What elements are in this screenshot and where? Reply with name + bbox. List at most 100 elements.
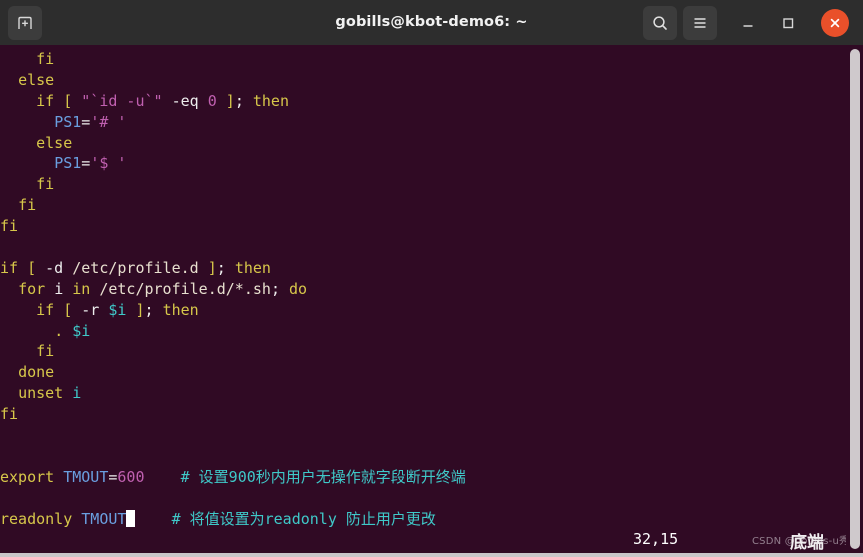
terminal-token: fi [0,405,19,424]
terminal-token: "`id -u`" [81,91,163,110]
terminal-token: fi [18,196,37,215]
close-button[interactable] [821,8,849,37]
terminal-token: '# ' [90,112,127,131]
terminal-token: fi [36,50,55,68]
terminal-token: 0 [207,91,217,110]
terminal-text-area[interactable]: fi else if [ "`id -u`" -eq 0 ]; then PS1… [0,45,863,553]
scrollbar-thumb[interactable] [850,49,860,549]
terminal-line: for i in /etc/profile.d/*.sh; do [0,279,863,300]
terminal-token: PS1 [54,154,82,173]
terminal-line: fi [0,195,863,216]
terminal-token: then [252,91,289,110]
terminal-token: $i [72,321,91,340]
terminal-token: -d [45,258,64,277]
terminal-line: fi [0,404,863,425]
terminal-line: export TMOUT=600 # 设置900秒内用户无操作就字段断开终端 [0,467,863,488]
terminal-token: . [54,321,64,340]
close-icon [827,15,843,31]
terminal-token: ] [135,300,145,319]
terminal-token: ; [144,300,154,319]
terminal-token: $i [108,300,127,319]
terminal-token: TMOUT [81,509,127,528]
terminal-token: then [234,258,271,277]
terminal-token: /etc/profile.d [72,258,199,277]
terminal-line: PS1='# ' [0,112,863,133]
terminal-token: fi [36,342,55,361]
terminal-line: else [0,70,863,91]
maximize-button[interactable] [771,6,805,40]
terminal-token: else [36,133,73,152]
minimize-button[interactable] [731,6,765,40]
terminal-token: [ [63,91,73,110]
terminal-token: i [72,384,82,403]
terminal-token: do [289,279,308,298]
scrollbar-track[interactable] [846,45,863,553]
cursor-position-indicator: 32,15 [633,530,679,548]
terminal-token: # 将值设置为readonly 防止用户更改 [171,509,436,528]
terminal-token: unset [18,384,64,403]
window-titlebar: gobills@kbot-demo6: ~ [0,0,863,45]
terminal-token: ; [216,258,226,277]
terminal-token: i [54,279,64,298]
terminal-token: for [18,279,46,298]
terminal-line: if [ -r $i ]; then [0,300,863,321]
maximize-icon [779,14,797,32]
terminal-line: if [ -d /etc/profile.d ]; then [0,258,863,279]
new-tab-button[interactable] [8,5,42,40]
terminal-token: in [72,279,91,298]
terminal-token: = [81,154,91,173]
terminal-token: fi [0,217,19,236]
terminal-token: done [18,363,55,382]
search-button[interactable] [643,5,677,40]
terminal-line: unset i [0,383,863,404]
terminal-token: if [36,300,55,319]
terminal-token: ; [234,91,244,110]
terminal-token: 600 [117,467,145,486]
terminal-token: then [162,300,199,319]
hamburger-menu-icon [691,14,709,32]
terminal-token: TMOUT [63,467,109,486]
window-bottom-edge [0,553,863,557]
terminal-window: gobills@kbot-demo6: ~ fi else if ["`id … [0,0,863,557]
terminal-line: fi [0,341,863,362]
search-icon [651,14,669,32]
terminal-line: fi [0,216,863,237]
terminal-line: else [0,133,863,154]
terminal-line: . $i [0,321,863,342]
scroll-position-label: 底端 [790,533,824,553]
terminal-token: -r [81,300,100,319]
terminal-token: PS1 [54,112,82,131]
minimize-icon [739,14,757,32]
terminal-token: /etc/profile.d/*.sh [99,279,271,298]
terminal-line: readonly TMOUT # 将值设置为readonly 防止用户更改 [0,509,863,530]
menu-button[interactable] [683,5,717,40]
new-tab-icon [16,14,34,32]
terminal-line: if [ "`id -u`" -eq 0 ]; then [0,91,863,112]
terminal-token: = [81,112,91,131]
terminal-line: done [0,362,863,383]
terminal-screen[interactable]: fi else if [ "`id -u`" -eq 0 ]; then PS1… [0,45,863,553]
terminal-token: ] [225,91,235,110]
terminal-token: export [0,467,55,486]
